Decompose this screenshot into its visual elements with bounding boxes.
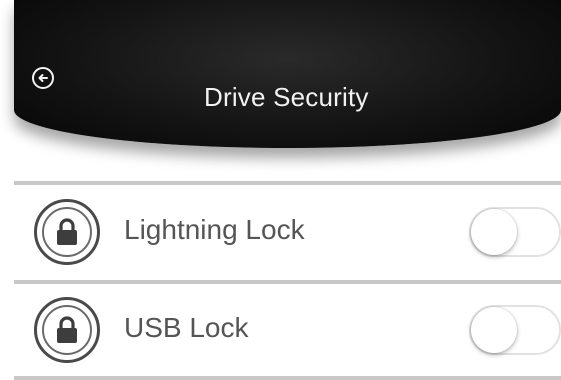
header-bar: Drive Security [14, 0, 561, 148]
page-title: Drive Security [204, 82, 369, 112]
padlock-icon [42, 207, 92, 257]
usb-lock-toggle[interactable] [469, 305, 561, 355]
setting-row-lightning-lock: Lightning Lock [14, 187, 561, 277]
setting-label-usb-lock: USB Lock [124, 312, 249, 343]
setting-row-usb-lock: USB Lock [14, 285, 561, 375]
toggle-knob [471, 209, 517, 255]
divider-top [14, 181, 561, 185]
back-arrow-circle-icon [38, 74, 48, 82]
divider-middle [14, 280, 561, 284]
lock-badge [34, 297, 100, 363]
padlock-icon [42, 305, 92, 355]
lightning-lock-toggle[interactable] [469, 207, 561, 257]
drive-security-screen: Drive Security Lightning Lock USB Lock [0, 0, 561, 380]
setting-label-lightning-lock: Lightning Lock [124, 214, 305, 245]
lock-badge [34, 199, 100, 265]
back-button[interactable] [32, 67, 54, 89]
toggle-knob [471, 307, 517, 353]
divider-bottom [14, 376, 561, 380]
